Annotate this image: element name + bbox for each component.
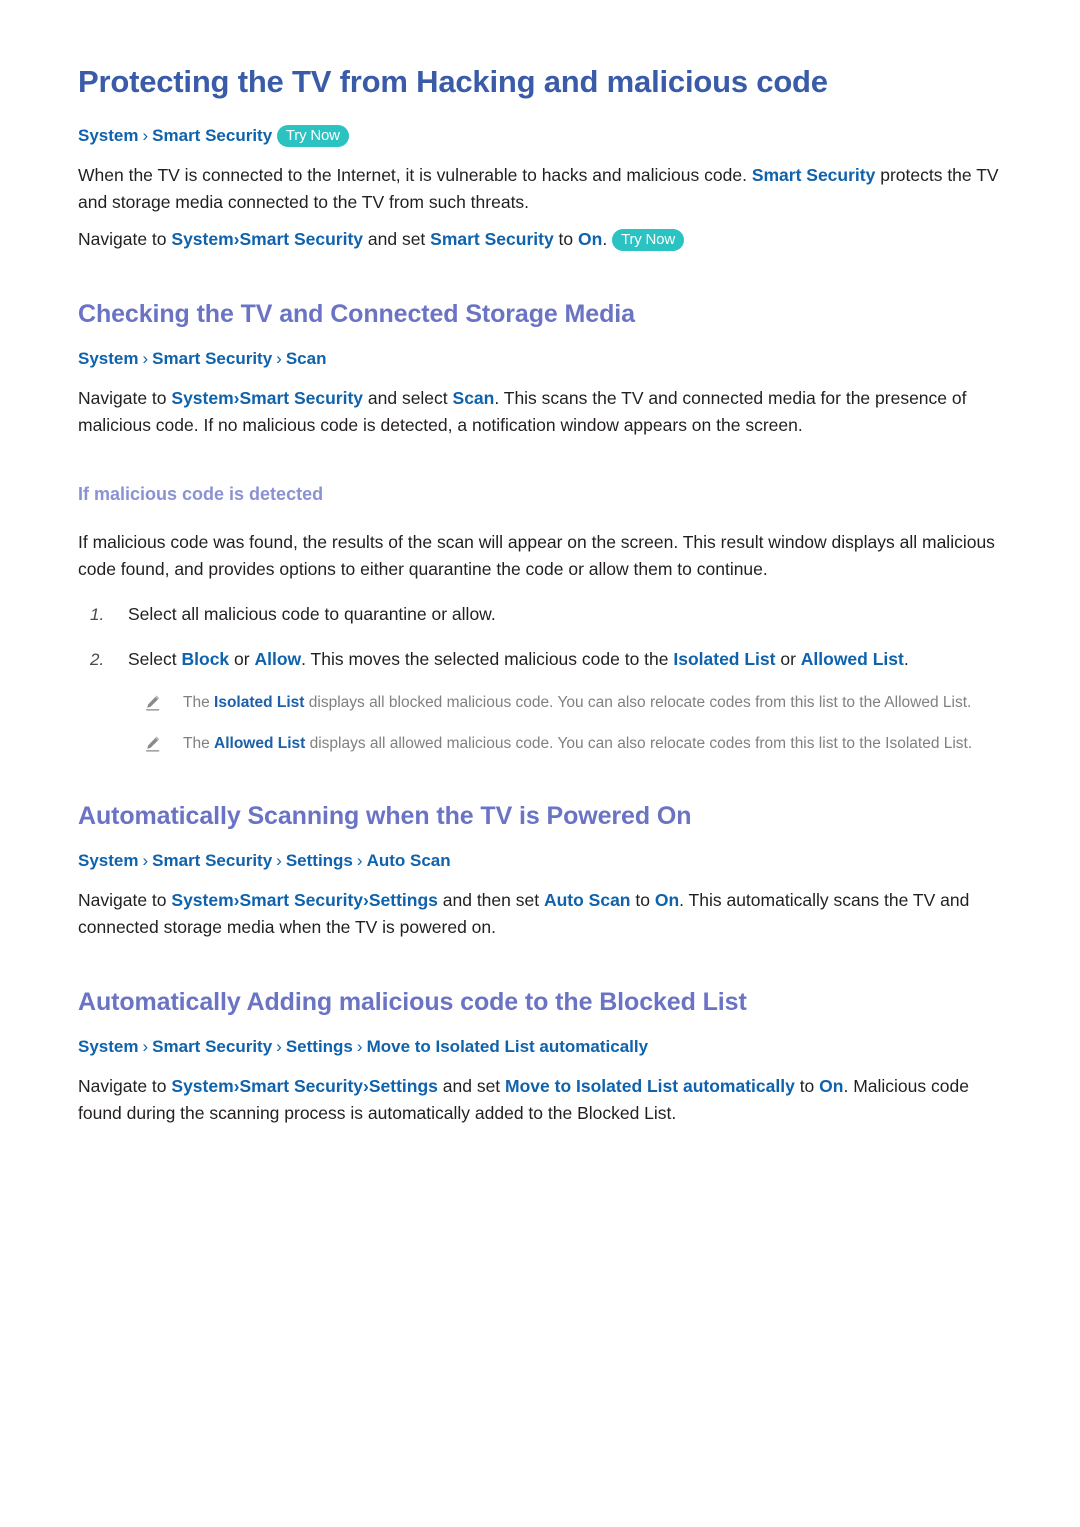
breadcrumb-separator-icon: › <box>142 851 149 870</box>
intro-p2-link-smart-security[interactable]: Smart Security <box>239 229 363 249</box>
note-1-text-2: displays all blocked malicious code. You… <box>304 694 972 711</box>
step-2-text-5: . <box>903 649 909 669</box>
checking-text-2: and select <box>363 388 453 408</box>
intro-p2-text-3: to <box>553 229 579 249</box>
step-2-link-allowed-list[interactable]: Allowed List <box>801 649 904 669</box>
breadcrumb-separator-icon-2: › <box>276 349 282 368</box>
breadcrumb-crumb-settings[interactable]: Settings <box>286 851 353 870</box>
checking-link-scan[interactable]: Scan <box>453 388 495 408</box>
breadcrumb-crumb-system[interactable]: System <box>78 851 138 870</box>
checking-text-1: Navigate to <box>78 388 172 408</box>
autoscan-link-on[interactable]: On <box>655 890 679 910</box>
note-2-text-2: displays all allowed malicious code. You… <box>305 735 973 752</box>
breadcrumb-separator-icon: › <box>142 126 149 145</box>
step-2-link-isolated-list[interactable]: Isolated List <box>673 649 775 669</box>
autoscan-text-3: to <box>630 890 655 910</box>
breadcrumb-separator-icon-2: › <box>276 1037 282 1056</box>
checking-paragraph: Navigate to System›Smart Security and se… <box>78 385 1008 439</box>
subsection-heading-detected: If malicious code is detected <box>78 484 324 504</box>
intro-p2-text-2: and set <box>363 229 431 249</box>
breadcrumb-crumb-smart-security[interactable]: Smart Security <box>152 126 272 145</box>
step-2-text-1: Select <box>128 649 182 669</box>
intro-paragraph-1: When the TV is connected to the Internet… <box>78 162 1008 216</box>
list-item: The Isolated List displays all blocked m… <box>128 691 1020 714</box>
list-item: The Allowed List displays all allowed ma… <box>128 732 1020 755</box>
blocked-link-move-to-isolated[interactable]: Move to Isolated List automatically <box>505 1076 795 1096</box>
breadcrumb-crumb-smart-security[interactable]: Smart Security <box>152 349 272 368</box>
breadcrumb-crumb-move-to-isolated[interactable]: Move to Isolated List automatically <box>367 1037 649 1056</box>
blocked-link-smart-security[interactable]: Smart Security <box>239 1076 363 1096</box>
intro-p2-text-1: Navigate to <box>78 229 172 249</box>
breadcrumb-checking: System › Smart Security › Scan <box>78 347 1020 371</box>
breadcrumb-crumb-smart-security[interactable]: Smart Security <box>152 851 272 870</box>
steps-list: 1. Select all malicious code to quarantin… <box>78 601 1020 673</box>
breadcrumb-separator-icon-3: › <box>356 1037 363 1056</box>
detected-paragraph: If malicious code was found, the results… <box>78 532 995 579</box>
blocked-text-2: and set <box>437 1076 506 1096</box>
section-heading-checking: Checking the TV and Connected Storage Me… <box>78 300 635 328</box>
breadcrumb-crumb-settings[interactable]: Settings <box>286 1037 353 1056</box>
step-2-text-3: . This moves the selected malicious code… <box>301 649 674 669</box>
pencil-icon <box>144 735 162 753</box>
autoscan-link-settings[interactable]: Settings <box>369 890 438 910</box>
step-number: 1. <box>90 605 105 624</box>
note-2-text-1: The <box>183 735 215 752</box>
autoscan-link-auto-scan[interactable]: Auto Scan <box>544 890 631 910</box>
note-2-link-allowed-list[interactable]: Allowed List <box>214 735 305 752</box>
pencil-icon <box>144 694 162 712</box>
blocked-text-3: to <box>794 1076 820 1096</box>
step-2-link-allow[interactable]: Allow <box>254 649 301 669</box>
breadcrumb-blocked: System › Smart Security › Settings › Move to I… <box>78 1035 1020 1059</box>
intro-paragraph-2: Navigate to System›Smart Security and se… <box>78 226 1008 253</box>
try-now-badge[interactable]: Try Now <box>276 125 349 147</box>
section-heading-blocked: Automatically Adding malicious code to t… <box>78 988 747 1016</box>
list-item: 1. Select all malicious code to quarantin… <box>78 601 1020 628</box>
breadcrumb-separator-icon-3: › <box>356 851 363 870</box>
intro-p2-link-smart-security-2[interactable]: Smart Security <box>430 229 554 249</box>
breadcrumb-separator-icon: › <box>142 349 149 368</box>
breadcrumb-crumb-system[interactable]: System <box>78 126 138 145</box>
list-item: 2. Select Block or Allow. This moves the … <box>78 646 1020 673</box>
autoscan-paragraph: Navigate to System›Smart Security›Settin… <box>78 887 1008 941</box>
checking-link-smart-security[interactable]: Smart Security <box>239 388 363 408</box>
intro-p2-link-on[interactable]: On <box>578 229 602 249</box>
document-page: Protecting the TV from Hacking and malic… <box>0 0 1080 1527</box>
intro-p2-text-4: . <box>602 229 608 249</box>
blocked-text-1: Navigate to <box>78 1076 172 1096</box>
page-title: Protecting the TV from Hacking and malic… <box>78 64 828 99</box>
checking-link-system[interactable]: System <box>171 388 233 408</box>
blocked-link-settings[interactable]: Settings <box>369 1076 438 1096</box>
blocked-paragraph: Navigate to System›Smart Security›Settin… <box>78 1073 1008 1127</box>
breadcrumb-crumb-auto-scan[interactable]: Auto Scan <box>367 851 451 870</box>
step-2-link-block[interactable]: Block <box>182 649 230 669</box>
step-1-text: Select all malicious code to quarantine … <box>128 604 496 624</box>
note-1-text-1: The <box>183 694 215 711</box>
intro-p1-link-smart-security[interactable]: Smart Security <box>752 165 876 185</box>
autoscan-link-system[interactable]: System <box>171 890 233 910</box>
step-2-text-4: or <box>775 649 801 669</box>
breadcrumb-autoscan: System › Smart Security › Settings › Auto Scan <box>78 849 1020 873</box>
breadcrumb-crumb-smart-security[interactable]: Smart Security <box>152 1037 272 1056</box>
breadcrumb-separator-icon: › <box>142 1037 149 1056</box>
note-1-link-isolated-list[interactable]: Isolated List <box>214 694 304 711</box>
breadcrumb-crumb-system[interactable]: System <box>78 349 138 368</box>
breadcrumb-separator-icon-2: › <box>276 851 282 870</box>
autoscan-text-2: and then set <box>437 890 544 910</box>
blocked-link-system[interactable]: System <box>171 1076 233 1096</box>
step-number: 2. <box>90 650 105 669</box>
autoscan-link-smart-security[interactable]: Smart Security <box>239 890 363 910</box>
section-heading-autoscan: Automatically Scanning when the TV is Po… <box>78 802 692 830</box>
try-now-badge-2[interactable]: Try Now <box>612 229 684 251</box>
breadcrumb-crumb-scan[interactable]: Scan <box>286 349 327 368</box>
intro-p1-text-1: When the TV is connected to the Internet… <box>78 165 752 185</box>
blocked-link-on[interactable]: On <box>819 1076 843 1096</box>
autoscan-text-1: Navigate to <box>78 890 172 910</box>
breadcrumb-intro: System › Smart Security Try Now <box>78 124 1020 148</box>
breadcrumb-crumb-system[interactable]: System <box>78 1037 138 1056</box>
step-2-text-2: or <box>229 649 255 669</box>
notes-list: The Isolated List displays all blocked m… <box>78 691 1020 755</box>
intro-p2-link-system[interactable]: System <box>171 229 233 249</box>
